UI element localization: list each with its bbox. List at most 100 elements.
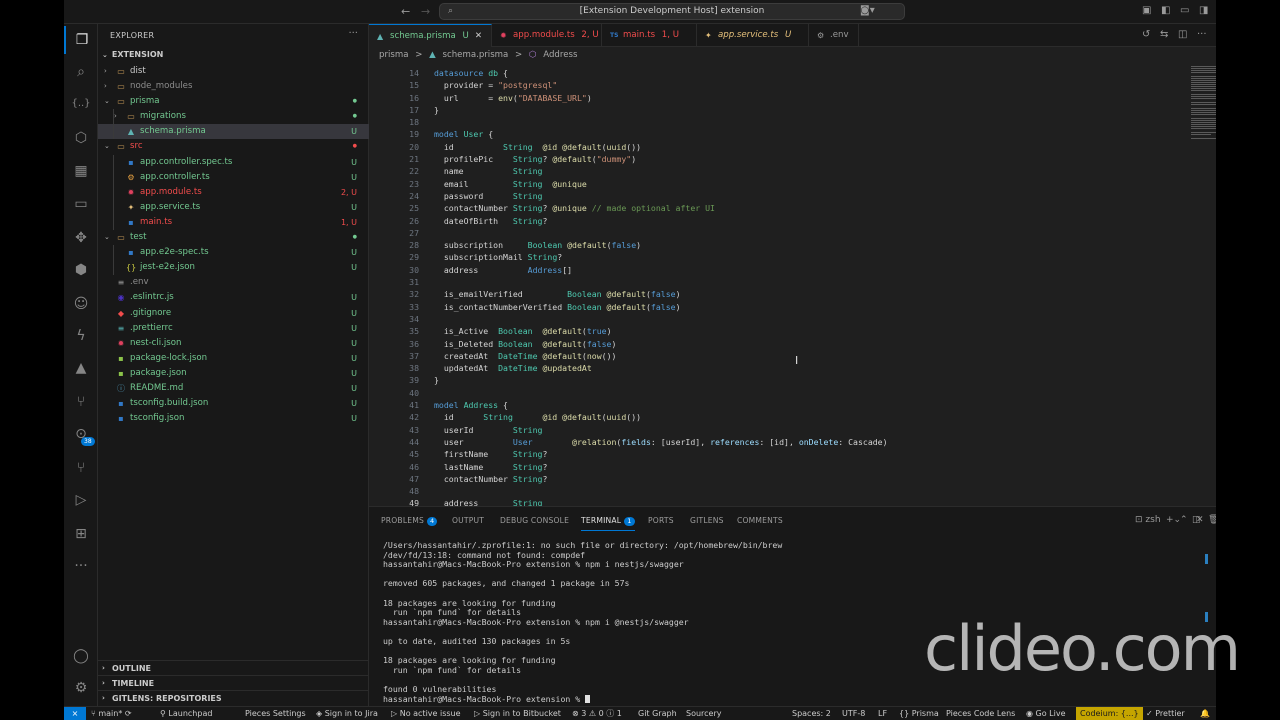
more-actions-icon[interactable]: ··· [348,28,358,39]
tree-item[interactable]: ✹ nest-cli.json U [98,336,369,351]
tree-item[interactable]: ≡ .env [98,275,369,290]
panel-tab-problems[interactable]: PROBLEMS 4 [381,516,438,526]
json-braces-icon[interactable]: {..} [64,90,98,118]
source-control-icon[interactable]: ⑂ [64,388,98,416]
breadcrumb-file[interactable]: schema.prisma [443,50,509,60]
layout-sidebar-toggle-icon[interactable]: ◧ [1161,5,1170,16]
copilot-icon[interactable]: ◙▾ [860,5,875,16]
remote-explorer-icon[interactable]: ⊞ [64,520,98,548]
tree-item[interactable]: ▪ tsconfig.json U [98,411,369,426]
robot-icon[interactable]: ☺ [64,290,98,318]
tree-item[interactable]: ▪ tsconfig.build.json U [98,396,369,411]
lightning-icon[interactable]: ϟ [64,322,98,350]
tree-item[interactable]: ▪ app.e2e-spec.ts U [98,245,369,260]
go-live-status[interactable]: ◉ Go Live [1026,707,1066,720]
more-icon[interactable]: ··· [64,552,98,580]
launchpad-status[interactable]: ⚲ Launchpad [160,707,212,720]
account-icon[interactable]: ◯ [64,642,98,670]
tree-item[interactable]: ⌄ ▭ prisma ● [98,94,369,109]
back-arrow-icon[interactable]: ← [401,5,410,18]
git-graph-icon[interactable]: ⑂ [64,454,98,482]
panel-tab-output[interactable]: OUTPUT [452,516,484,525]
breadcrumb-symbol[interactable]: Address [543,50,577,60]
tab-env[interactable]: ⚙ .env [809,24,859,47]
docker-icon[interactable]: ▦ [64,157,98,185]
tree-item[interactable]: ◆ .gitignore U [98,306,369,321]
pieces-settings-status[interactable]: Pieces Settings [245,707,306,720]
codeium-status[interactable]: Codeium: {...} [1076,707,1143,720]
panel-tab-debug-console[interactable]: DEBUG CONSOLE [500,516,569,525]
outline-section[interactable]: › OUTLINE [98,660,369,675]
tree-item[interactable]: › ▭ dist [98,64,369,79]
jira-status[interactable]: ◈ Sign in to Jira [316,707,378,720]
forward-arrow-icon[interactable]: → [421,5,430,18]
layout-secondary-sidebar-icon[interactable]: ◨ [1199,5,1208,16]
pieces-lens-status[interactable]: Pieces Code Lens [946,707,1015,720]
tab-app-service-ts[interactable]: ✦ app.service.ts U [697,24,809,47]
panel-tab-terminal[interactable]: TERMINAL 1 [581,516,635,531]
tab-main-ts[interactable]: TS main.ts 1, U [602,24,697,47]
search-icon[interactable]: ⌕ [64,58,98,86]
bitbucket-status[interactable]: ▷ Sign in to Bitbucket [474,707,561,720]
tree-item[interactable]: ⚙ app.controller.ts U [98,170,369,185]
tree-item[interactable]: ⌄ ▭ test ● [98,230,369,245]
tab-schema-prisma[interactable]: ▲ schema.prisma U ✕ [369,24,492,47]
split-editor-icon[interactable]: ◫ [1178,29,1187,40]
panel-tab-gitlens[interactable]: GITLENS [690,516,724,525]
run-debug-icon[interactable]: ▷ [64,486,98,514]
code-view[interactable]: 14 datasource db {15 provider = "postgres… [369,67,1169,506]
tree-item[interactable]: › ▭ migrations ● [98,109,369,124]
new-terminal-icon[interactable]: +⌄ [1166,515,1181,525]
timeline-section[interactable]: › TIMELINE [98,675,369,690]
gitlens-repositories-section[interactable]: › GITLENS: REPOSITORIES [98,690,369,705]
timeline-icon[interactable]: ↺ [1142,29,1150,40]
notifications-bell-icon[interactable]: 🔔 [1200,707,1210,720]
workspace-root[interactable]: ⌄ EXTENSION [102,50,163,59]
close-icon[interactable]: ✕ [475,31,482,41]
indentation-status[interactable]: Spaces: 2 [792,707,831,720]
breadcrumb-folder[interactable]: prisma [379,50,409,60]
puzzle-icon[interactable]: ✥ [64,224,98,252]
tree-item[interactable]: ▪ main.ts 1, U [98,215,369,230]
deploy-triangle-icon[interactable]: ▲ [64,354,98,382]
layout-panel-icon[interactable]: ▭ [1180,5,1189,16]
tree-item[interactable]: ⌄ ▭ src ● [98,139,369,154]
git-graph-status[interactable]: Git Graph [638,707,677,720]
tree-item[interactable]: ✹ app.module.ts 2, U [98,185,369,200]
extensions-cube-icon[interactable]: ⬡ [64,124,98,152]
tree-item[interactable]: ≡ .prettierrc U [98,321,369,336]
language-status[interactable]: {} Prisma [899,707,939,720]
remote-indicator-icon[interactable]: ⨯ [64,707,86,720]
close-panel-icon[interactable]: ✕ [1196,515,1204,525]
tree-item[interactable]: ▪ package-lock.json U [98,351,369,366]
hexagon-icon[interactable]: ⬢ [64,256,98,284]
explorer-icon[interactable]: ❐ [64,26,98,54]
panel-tab-comments[interactable]: COMMENTS [737,516,783,525]
active-issue-status[interactable]: ▷ No active issue [391,707,461,720]
problems-status[interactable]: ⊗ 3 ⚠ 0 ⓘ 1 [572,707,622,720]
command-center[interactable]: ⌕ [Extension Development Host] extension [439,3,905,20]
eol-status[interactable]: LF [878,707,887,720]
folder-icon[interactable]: ▭ [64,190,98,218]
more-actions-icon[interactable]: ··· [1197,29,1207,40]
tree-item[interactable]: {} jest-e2e.json U [98,260,369,275]
tab-app-module-ts[interactable]: ✹ app.module.ts 2, U [492,24,602,47]
terminal-shell-icon[interactable]: ⊡ zsh [1135,515,1161,525]
tree-item[interactable]: ▪ package.json U [98,366,369,381]
minimap[interactable] [1191,66,1216,156]
settings-gear-icon[interactable]: ⚙ [64,674,98,702]
branch-status[interactable]: ⑂ main* ⟳ [91,707,132,720]
tree-item[interactable]: ✦ app.service.ts U [98,200,369,215]
maximize-panel-icon[interactable]: ⌃ [1180,515,1188,525]
tree-item[interactable]: ◉ .eslintrc.js U [98,290,369,305]
tree-item[interactable]: ▪ app.controller.spec.ts U [98,155,369,170]
tree-item[interactable]: ⓘ README.md U [98,381,369,396]
prettier-status[interactable]: ✓ Prettier [1146,707,1185,720]
layout-sidebar-icon[interactable]: ▣ [1142,5,1151,16]
sourcery-status[interactable]: Sourcery [686,707,722,720]
kill-terminal-icon[interactable]: 🗑 [1208,515,1216,525]
compare-icon[interactable]: ⇆ [1160,29,1168,40]
panel-tab-ports[interactable]: PORTS [648,516,674,525]
tree-item[interactable]: ▲ schema.prisma U [98,124,369,140]
encoding-status[interactable]: UTF-8 [842,707,865,720]
